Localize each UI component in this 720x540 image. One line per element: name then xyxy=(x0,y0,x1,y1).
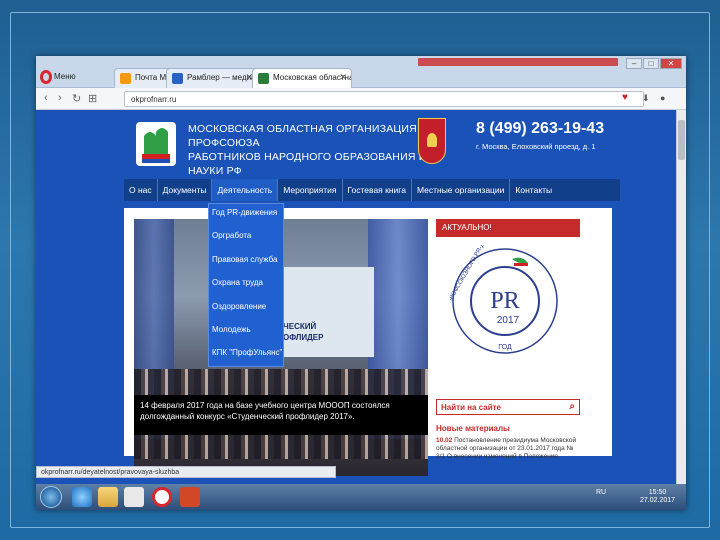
menu-item-local-orgs[interactable]: Местные организации xyxy=(412,179,511,201)
seal-bottom-text: ГОД xyxy=(498,344,512,351)
tab-rambler[interactable]: Рамблер — медийный п ✕ xyxy=(166,68,258,88)
media-player-icon[interactable] xyxy=(124,487,144,507)
profsoyuz-logo-icon xyxy=(136,122,176,166)
tab-bar-highlight xyxy=(418,58,618,66)
phone-number: 8 (499) 263-19-43 xyxy=(476,120,605,137)
menu-item-documents[interactable]: Документы xyxy=(158,179,213,201)
sidebar-title: АКТУАЛЬНО! xyxy=(436,219,580,237)
address-bar: ‹ › ↻ ⊞ okprofnarr.ru ♥ ⬇ ● xyxy=(36,88,686,110)
start-button[interactable] xyxy=(40,486,62,508)
seal-center: PR xyxy=(490,288,519,314)
browser-window: Меню Почта Mail.Ru ✕ Рамблер — медийный … xyxy=(36,56,686,510)
file-explorer-icon[interactable] xyxy=(98,487,118,507)
org-title-line: РАБОТНИКОВ НАРОДНОГО ОБРАЗОВАНИЯ И НАУКИ… xyxy=(188,151,427,177)
apps-icon[interactable]: ⊞ xyxy=(88,92,97,105)
clock-time: 15:50 xyxy=(648,489,667,496)
url-input[interactable]: okprofnarr.ru xyxy=(124,91,644,107)
system-clock[interactable]: 15:50 27.02.2017 xyxy=(640,489,675,505)
dropdown-item-legal[interactable]: Правовая служба xyxy=(209,251,283,274)
url-text: okprofnarr.ru xyxy=(131,95,177,104)
forward-icon[interactable]: › xyxy=(58,92,62,104)
heart-icon[interactable]: ♥ xyxy=(622,92,628,103)
photo-caption[interactable]: 14 февраля 2017 года на базе учебного це… xyxy=(134,395,428,435)
moscow-region-coat-of-arms-icon xyxy=(418,118,446,164)
opera-menu-button[interactable]: Меню xyxy=(54,72,76,81)
status-bar: okprofnarr.ru/deyatelnost/pravovaya-sluz… xyxy=(36,466,336,478)
opera-taskbar-icon[interactable] xyxy=(152,487,172,507)
dropdown-item-pr-year[interactable]: Год PR-движения xyxy=(209,204,283,227)
page-scrollbar[interactable] xyxy=(676,110,686,510)
mail-favicon-icon xyxy=(120,73,131,84)
rambler-favicon-icon xyxy=(172,73,183,84)
opera-logo-icon[interactable] xyxy=(40,70,52,84)
dropdown-item-orgwork[interactable]: Оргработа xyxy=(209,227,283,250)
new-materials-heading: Новые материалы xyxy=(436,424,510,433)
dropdown-item-youth[interactable]: Молодежь xyxy=(209,321,283,344)
main-menu: О нас Документы Деятельность Мероприятия… xyxy=(124,179,620,201)
tab-mooop[interactable]: Московская областная о ✕ xyxy=(252,68,352,88)
pr-movement-seal-icon[interactable]: PR 2017 ГОД ПРОФСОЮЗНОГО PR-ДВИЖЕНИЯ xyxy=(450,245,560,357)
download-icon[interactable]: ⬇ xyxy=(642,93,650,104)
search-icon[interactable]: ⌕ xyxy=(569,401,575,412)
search-label: Найти на сайте xyxy=(441,403,501,412)
menu-item-events[interactable]: Мероприятия xyxy=(278,179,343,201)
close-window-button[interactable]: ✕ xyxy=(660,58,682,69)
content-area: ЕНЧЕСКИЙ ПРОФЛИДЕР 14 февраля 2017 года … xyxy=(124,208,612,476)
site-search-input[interactable]: Найти на сайте ⌕ xyxy=(436,399,580,415)
scrollbar-thumb[interactable] xyxy=(678,120,685,160)
minimize-button[interactable]: – xyxy=(626,58,642,69)
news-text: Постановление президиума Московской обла… xyxy=(436,437,577,460)
org-address: г. Москва, Елоховский проезд, д. 1 xyxy=(476,142,596,151)
menu-item-guestbook[interactable]: Гостевая книга xyxy=(343,179,412,201)
org-title-line: МОСКОВСКАЯ ОБЛАСТНАЯ ОРГАНИЗАЦИЯ ПРОФСОЮ… xyxy=(188,123,417,149)
clock-date: 27.02.2017 xyxy=(640,497,676,504)
keyboard-layout-indicator[interactable]: RU xyxy=(596,489,606,497)
seal-year: 2017 xyxy=(497,315,520,326)
site-header: МОСКОВСКАЯ ОБЛАСТНАЯ ОРГАНИЗАЦИЯ ПРОФСОЮ… xyxy=(36,110,676,185)
reload-icon[interactable]: ↻ xyxy=(72,92,81,105)
dropdown-item-kpk[interactable]: КПК "ПрофУльянс" xyxy=(209,344,283,367)
window-controls: – □ ✕ xyxy=(626,58,682,69)
tab-bar: Меню Почта Mail.Ru ✕ Рамблер — медийный … xyxy=(36,56,686,88)
maximize-button[interactable]: □ xyxy=(643,58,659,69)
taskbar: RU 15:50 27.02.2017 xyxy=(36,484,686,510)
org-title: МОСКОВСКАЯ ОБЛАСТНАЯ ОРГАНИЗАЦИЯ ПРОФСОЮ… xyxy=(188,122,438,178)
news-date: 10.02 xyxy=(436,437,453,444)
news-item[interactable]: 10.02 Постановление президиума Московско… xyxy=(436,437,580,461)
activity-dropdown: Год PR-движения Оргработа Правовая служб… xyxy=(208,203,284,367)
site-favicon-icon xyxy=(258,73,269,84)
powerpoint-icon[interactable] xyxy=(180,487,200,507)
extension-icon[interactable]: ● xyxy=(660,93,665,103)
back-icon[interactable]: ‹ xyxy=(44,92,48,104)
sidebar: АКТУАЛЬНО! PR 2017 ГОД ПРОФСОЮЗНОГО PR-Д… xyxy=(436,219,580,460)
close-icon[interactable]: ✕ xyxy=(339,72,347,83)
menu-item-activity[interactable]: Деятельность xyxy=(212,179,279,201)
dropdown-item-health[interactable]: Оздоровление xyxy=(209,298,283,321)
page-viewport: МОСКОВСКАЯ ОБЛАСТНАЯ ОРГАНИЗАЦИЯ ПРОФСОЮ… xyxy=(36,110,686,510)
dropdown-item-labor-safety[interactable]: Охрана труда xyxy=(209,274,283,297)
menu-item-contacts[interactable]: Контакты xyxy=(510,179,557,201)
internet-explorer-icon[interactable] xyxy=(72,487,92,507)
menu-item-about[interactable]: О нас xyxy=(124,179,158,201)
